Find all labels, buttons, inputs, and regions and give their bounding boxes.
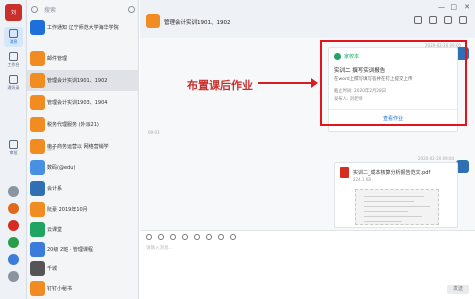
drive-icon[interactable] xyxy=(8,203,19,214)
conversation-item[interactable]: 阮豪 2019年10月 xyxy=(27,199,139,220)
file-preview[interactable] xyxy=(355,189,439,225)
phone-icon[interactable] xyxy=(429,16,437,24)
left-rail: 刘 消息 工作台 通讯录 审批 xyxy=(0,0,27,299)
rail-label: 通讯录 xyxy=(7,85,20,90)
maximize-button[interactable]: □ xyxy=(450,3,457,11)
conversation-name: 税务代理服务 (外派21) xyxy=(47,122,99,128)
conversation-item[interactable]: 邮件管理 xyxy=(27,48,139,69)
conversation-name: 数码(@edu) xyxy=(47,165,76,171)
conversation-item[interactable]: 云课堂 xyxy=(27,219,139,240)
conversation-name: 会计系 xyxy=(47,186,63,192)
annotation-label: 布置课后作业 xyxy=(187,79,253,92)
conversation-item[interactable]: 千城 xyxy=(27,258,139,279)
conversation-name: 管理会计实训1901、1902 xyxy=(47,78,108,84)
conversation-name: 阮豪 2019年10月 xyxy=(47,207,88,213)
conversation-avatar xyxy=(30,222,45,237)
screenshot-icon[interactable] xyxy=(194,234,200,240)
search-bar[interactable]: 搜索 xyxy=(31,4,135,15)
conversation-avatar xyxy=(30,95,45,110)
conversation-avatar xyxy=(30,202,45,217)
composer-toolbar xyxy=(146,234,236,240)
contacts-icon xyxy=(9,75,18,84)
highlight-box xyxy=(320,40,467,126)
annotation-arrow xyxy=(258,78,318,88)
settings-icon[interactable] xyxy=(459,16,467,24)
conversation-avatar xyxy=(30,242,45,257)
message-time: 09:03 xyxy=(148,130,160,135)
app-icon[interactable] xyxy=(8,237,19,248)
app-window: 刘 消息 工作台 通讯录 审批 搜索 工作通知 辽宁师范大学海华学院 邮件管理 … xyxy=(0,0,475,299)
rail-item-contacts[interactable]: 通讯录 xyxy=(4,73,23,93)
message-time: 2020-02-20 09:04 xyxy=(418,156,455,161)
rail-label: 消息 xyxy=(9,39,18,44)
conversation-name: 钉钉小秘书 xyxy=(47,286,73,292)
video-icon[interactable] xyxy=(414,16,422,24)
group-title: 管理会计实训1901、1902 xyxy=(164,20,231,26)
file-message[interactable]: 实训二_成本核算分析报告范文.pdf 224.1 KB xyxy=(334,162,458,228)
conversation-name: 工作通知 辽宁师范大学海华学院 xyxy=(47,25,119,31)
conversation-name: 管理会计实训1903、1904 xyxy=(47,100,108,106)
conversation-avatar xyxy=(30,261,45,276)
conversation-item[interactable]: 工作通知 辽宁师范大学海华学院 xyxy=(27,17,139,38)
conversation-item[interactable]: 会计系 xyxy=(27,178,139,199)
conversation-avatar xyxy=(30,281,45,296)
conversation-avatar xyxy=(30,51,45,66)
pdf-icon xyxy=(340,167,349,178)
composer: 请输入消息... 发送 xyxy=(140,230,475,299)
conversation-avatar xyxy=(30,160,45,175)
message-icon xyxy=(9,29,18,38)
image-icon[interactable] xyxy=(170,234,176,240)
rail-item-workbench[interactable]: 工作台 xyxy=(4,50,23,70)
conversation-item[interactable]: 管理会计实训1903、1904 xyxy=(27,92,139,113)
file-name: 实训二_成本核算分析报告范文.pdf xyxy=(353,170,431,176)
more-icon[interactable] xyxy=(8,271,19,282)
rail-item-messages[interactable]: 消息 xyxy=(4,27,23,47)
conversation-item-selected[interactable]: 管理会计实训1901、1902 xyxy=(27,70,139,91)
file-icon[interactable] xyxy=(182,234,188,240)
conversation-name: 电子商务运营以 网络营销学 xyxy=(47,144,109,150)
search-placeholder: 搜索 xyxy=(44,7,57,14)
conversation-avatar xyxy=(30,20,45,35)
conversation-name: 邮件管理 xyxy=(47,56,68,62)
send-button[interactable]: 发送 xyxy=(447,285,469,294)
user-avatar[interactable]: 刘 xyxy=(5,4,22,21)
conversation-avatar xyxy=(30,73,45,88)
rail-label: 审批 xyxy=(9,150,18,155)
conversation-avatar xyxy=(30,117,45,132)
conversation-name: 20级 2班 · 管理课程 xyxy=(47,247,93,253)
rail-label: 工作台 xyxy=(7,62,20,67)
add-icon[interactable] xyxy=(128,6,135,13)
message-input[interactable]: 请输入消息... xyxy=(146,245,173,251)
conversation-avatar xyxy=(30,139,45,154)
conversation-item[interactable]: 税务代理服务 (外派21) xyxy=(27,114,139,135)
file-size: 224.1 KB xyxy=(353,177,372,182)
alert-icon[interactable] xyxy=(8,220,19,231)
more-tools-icon[interactable] xyxy=(230,234,236,240)
conversation-item[interactable]: 20级 2班 · 管理课程 xyxy=(27,239,139,260)
grid-icon xyxy=(9,52,18,61)
emoji-icon[interactable] xyxy=(146,234,152,240)
add-member-icon[interactable] xyxy=(444,16,452,24)
conversation-list: 搜索 工作通知 辽宁师范大学海华学院 邮件管理 管理会计实训1901、1902 … xyxy=(27,0,139,299)
rail-item-approval[interactable]: 审批 xyxy=(4,138,23,158)
video-call-icon[interactable] xyxy=(206,234,212,240)
conversation-item[interactable]: 数码(@edu) xyxy=(27,157,139,178)
approval-icon xyxy=(9,140,18,149)
app-icon[interactable] xyxy=(8,254,19,265)
conversation-name: 千城 xyxy=(47,266,58,272)
close-button[interactable]: ✕ xyxy=(464,3,470,11)
voice-icon[interactable] xyxy=(218,234,224,240)
conversation-item[interactable]: 钉钉小秘书 xyxy=(27,278,139,299)
conversation-avatar xyxy=(30,181,45,196)
at-icon[interactable] xyxy=(158,234,164,240)
conversation-item[interactable]: 电子商务运营以 网络营销学 xyxy=(27,136,139,157)
conversation-name: 云课堂 xyxy=(47,227,63,233)
calendar-icon[interactable] xyxy=(8,186,19,197)
chat-header: — □ ✕ 管理会计实训1901、1902 xyxy=(140,0,475,38)
group-avatar[interactable] xyxy=(146,14,160,28)
minimize-button[interactable]: — xyxy=(438,3,445,11)
header-toolbar xyxy=(414,16,467,24)
search-icon xyxy=(31,6,38,13)
